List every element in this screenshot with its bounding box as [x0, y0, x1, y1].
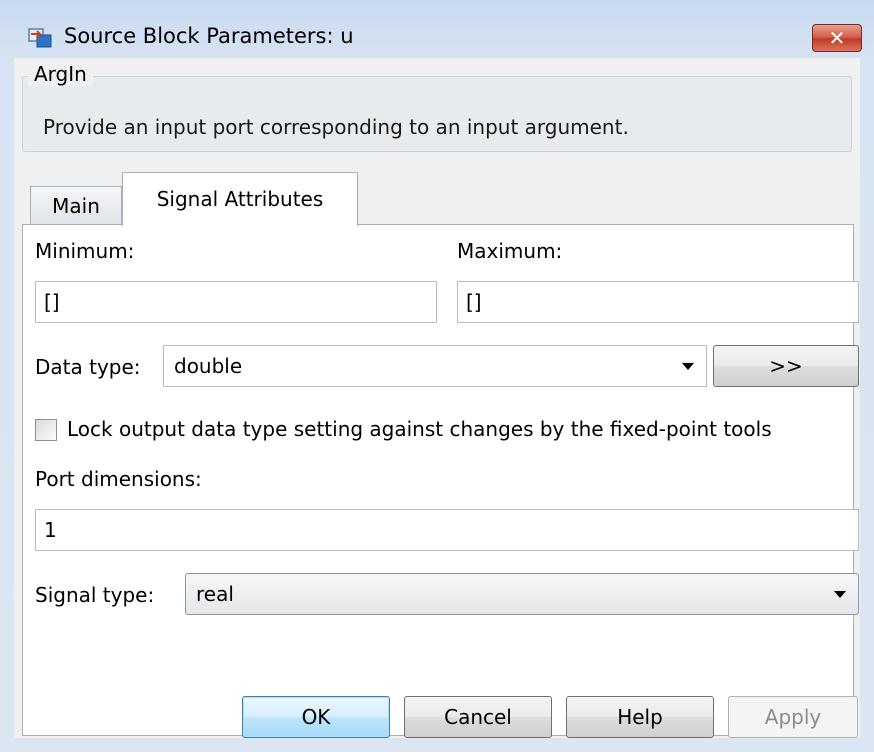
simulink-block-icon: [28, 28, 52, 48]
title-bar[interactable]: Source Block Parameters: u ✕: [0, 0, 874, 58]
signal-attributes-panel: Minimum: Maximum: [] [] Data type: doubl…: [22, 224, 859, 736]
apply-button[interactable]: Apply: [728, 696, 858, 738]
data-type-select[interactable]: double: [163, 345, 707, 387]
tab-main-label: Main: [52, 194, 100, 218]
minimum-input[interactable]: []: [35, 281, 437, 323]
lock-data-type-label: Lock output data type setting against ch…: [67, 417, 772, 441]
cancel-button[interactable]: Cancel: [404, 696, 552, 738]
tab-strip: Main Signal Attributes: [22, 172, 852, 226]
data-type-value: double: [174, 354, 243, 378]
signal-type-label: Signal type:: [35, 583, 155, 607]
chevron-down-icon: [834, 591, 846, 598]
dialog-window: Source Block Parameters: u ✕ Provide an …: [0, 0, 874, 752]
block-type-label: ArgIn: [28, 62, 93, 86]
close-button[interactable]: ✕: [812, 24, 862, 52]
minimum-label: Minimum:: [35, 239, 135, 263]
port-dimensions-label: Port dimensions:: [35, 467, 202, 491]
tab-signal-attributes[interactable]: Signal Attributes: [122, 172, 358, 226]
tab-signal-attributes-label: Signal Attributes: [156, 187, 324, 211]
description-text: Provide an input port corresponding to a…: [43, 115, 629, 139]
window-title: Source Block Parameters: u: [64, 24, 354, 48]
maximum-input[interactable]: []: [457, 281, 859, 323]
chevron-down-icon: [682, 363, 694, 370]
description-group: Provide an input port corresponding to a…: [22, 76, 852, 152]
signal-type-value: real: [196, 582, 234, 606]
ok-button[interactable]: OK: [242, 696, 390, 738]
port-dimensions-input[interactable]: 1: [35, 509, 859, 551]
data-type-assistant-button[interactable]: >>: [713, 345, 859, 387]
help-button[interactable]: Help: [566, 696, 714, 738]
close-icon: ✕: [828, 26, 846, 50]
data-type-label: Data type:: [35, 355, 141, 379]
lock-data-type-checkbox[interactable]: [35, 419, 57, 441]
signal-type-select[interactable]: real: [185, 573, 859, 615]
dialog-client-area: Provide an input port corresponding to a…: [14, 58, 860, 738]
tab-main[interactable]: Main: [30, 186, 122, 226]
maximum-label: Maximum:: [457, 239, 563, 263]
